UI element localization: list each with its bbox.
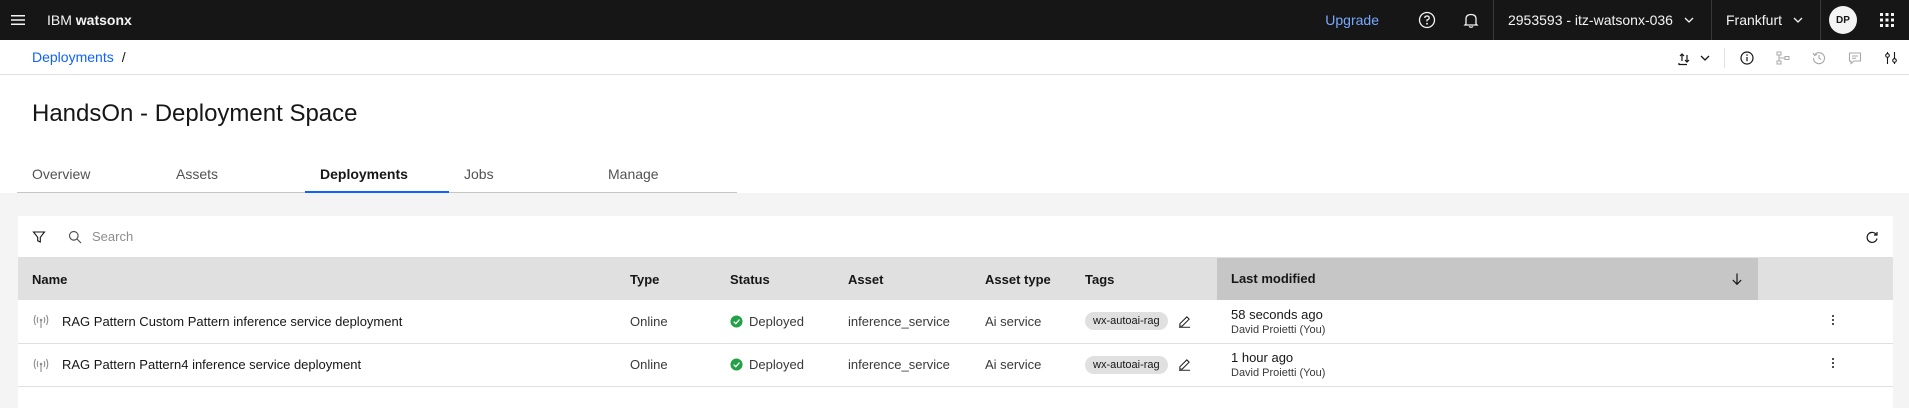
tab-jobs[interactable]: Jobs xyxy=(449,166,593,193)
broadcast-icon xyxy=(33,315,49,329)
cell-actions xyxy=(1758,300,1893,343)
edit-icon[interactable] xyxy=(1178,358,1191,371)
cell-asset-type: Ai service xyxy=(985,357,1042,372)
tab-manage[interactable]: Manage xyxy=(593,166,737,193)
refresh-icon[interactable] xyxy=(1851,216,1893,258)
cell-name: RAG Pattern Pattern4 inference service d… xyxy=(18,343,616,386)
account-label: 2953593 - itz-watsonx-036 xyxy=(1507,12,1673,28)
last-modified-by: David Proietti (You) xyxy=(1231,323,1326,336)
search-box xyxy=(68,216,492,258)
cell-tags: wx-autoai-rag xyxy=(1071,343,1217,386)
column-header-type[interactable]: Type xyxy=(616,258,716,300)
checkmark-filled-icon xyxy=(730,358,743,371)
notification-icon[interactable] xyxy=(1449,0,1493,40)
help-icon[interactable] xyxy=(1405,0,1449,40)
tab-list: Overview Assets Deployments Jobs Manage xyxy=(17,166,737,193)
column-header-name[interactable]: Name xyxy=(18,258,616,300)
chevron-down-icon xyxy=(1700,55,1710,61)
column-header-actions xyxy=(1758,258,1893,300)
menu-icon[interactable] xyxy=(0,0,35,40)
avatar: DP xyxy=(1829,6,1857,34)
toolbar-divider xyxy=(1724,47,1725,68)
lineage-icon[interactable] xyxy=(1765,40,1801,75)
cell-actions xyxy=(1758,343,1893,386)
brand-prefix: IBM xyxy=(47,12,72,28)
cell-type: Online xyxy=(630,357,668,372)
page-header: Deployments / HandsOn - Deployment Space… xyxy=(0,40,1909,193)
search-icon xyxy=(68,230,82,243)
overflow-menu-icon[interactable] xyxy=(1826,313,1840,327)
table-row[interactable]: RAG Pattern Custom Pattern inference ser… xyxy=(18,300,1893,343)
tab-deployments[interactable]: Deployments xyxy=(305,166,449,193)
column-header-last-modified-label: Last modified xyxy=(1231,271,1316,286)
arrow-down-icon xyxy=(1732,273,1742,286)
status-label: Deployed xyxy=(749,313,804,329)
table-toolbar xyxy=(18,216,1893,258)
search-input[interactable] xyxy=(92,229,492,244)
page-title: HandsOn - Deployment Space xyxy=(32,100,358,127)
tab-assets[interactable]: Assets xyxy=(161,166,305,193)
tag-chip[interactable]: wx-autoai-rag xyxy=(1085,312,1168,331)
cell-status: Deployed xyxy=(716,343,834,386)
upgrade-link[interactable]: Upgrade xyxy=(1325,12,1379,28)
column-header-asset-type[interactable]: Asset type xyxy=(971,258,1071,300)
filter-icon[interactable] xyxy=(18,216,60,258)
tag-chip[interactable]: wx-autoai-rag xyxy=(1085,355,1168,374)
account-switcher[interactable]: 2953593 - itz-watsonx-036 xyxy=(1494,0,1711,40)
cell-asset: inference_service xyxy=(848,313,950,329)
column-header-status[interactable]: Status xyxy=(716,258,834,300)
breadcrumb: Deployments / xyxy=(0,40,1909,75)
history-icon[interactable] xyxy=(1801,40,1837,75)
global-header: IBM watsonx Upgrade 2953593 - itz-watson… xyxy=(0,0,1909,40)
broadcast-icon xyxy=(33,358,49,372)
product-name[interactable]: IBM watsonx xyxy=(47,12,132,28)
deployments-table: Name Type Status Asset Asset type Tags L… xyxy=(18,258,1893,387)
overflow-menu-icon[interactable] xyxy=(1826,356,1840,370)
cell-type: Online xyxy=(630,313,668,329)
cell-last-modified: 58 seconds ago David Proietti (You) xyxy=(1217,300,1758,343)
cell-asset-type: Ai service xyxy=(985,313,1042,329)
cell-status: Deployed xyxy=(716,300,834,343)
deployment-name-link[interactable]: RAG Pattern Pattern4 inference service d… xyxy=(62,357,361,372)
last-modified-time: 58 seconds ago xyxy=(1231,306,1323,322)
page-toolbar xyxy=(1668,40,1909,75)
deployment-name-link[interactable]: RAG Pattern Custom Pattern inference ser… xyxy=(62,314,402,329)
user-avatar-button[interactable]: DP xyxy=(1821,0,1865,40)
table-header-row: Name Type Status Asset Asset type Tags L… xyxy=(18,258,1893,300)
table-row[interactable]: RAG Pattern Pattern4 inference service d… xyxy=(18,343,1893,386)
upload-icon xyxy=(1678,52,1690,65)
cell-asset: inference_service xyxy=(848,357,950,372)
region-switcher[interactable]: Frankfurt xyxy=(1712,0,1820,40)
chevron-down-icon xyxy=(1684,17,1694,23)
tab-overview[interactable]: Overview xyxy=(17,166,161,193)
deployments-table-card: Name Type Status Asset Asset type Tags L… xyxy=(18,216,1893,408)
last-modified-by: David Proietti (You) xyxy=(1231,367,1326,379)
edit-icon[interactable] xyxy=(1178,315,1191,328)
column-header-asset[interactable]: Asset xyxy=(834,258,971,300)
upload-menu-button[interactable] xyxy=(1668,40,1720,75)
column-header-tags[interactable]: Tags xyxy=(1071,258,1217,300)
cell-last-modified: 1 hour ago David Proietti (You) xyxy=(1217,343,1758,386)
checkmark-filled-icon xyxy=(730,315,743,328)
cell-tags: wx-autoai-rag xyxy=(1071,300,1217,343)
info-icon[interactable] xyxy=(1729,40,1765,75)
settings-adjust-icon[interactable] xyxy=(1873,40,1909,75)
app-switcher-icon[interactable] xyxy=(1865,0,1909,40)
brand-name: watsonx xyxy=(75,12,132,28)
comment-icon[interactable] xyxy=(1837,40,1873,75)
cell-name: RAG Pattern Custom Pattern inference ser… xyxy=(18,300,616,343)
column-header-last-modified[interactable]: Last modified xyxy=(1217,258,1758,300)
chevron-down-icon xyxy=(1793,17,1803,23)
breadcrumb-separator: / xyxy=(121,49,126,65)
last-modified-time: 1 hour ago xyxy=(1231,350,1294,365)
breadcrumb-deployments-link[interactable]: Deployments xyxy=(32,49,114,65)
region-label: Frankfurt xyxy=(1725,12,1782,28)
status-label: Deployed xyxy=(749,357,804,372)
